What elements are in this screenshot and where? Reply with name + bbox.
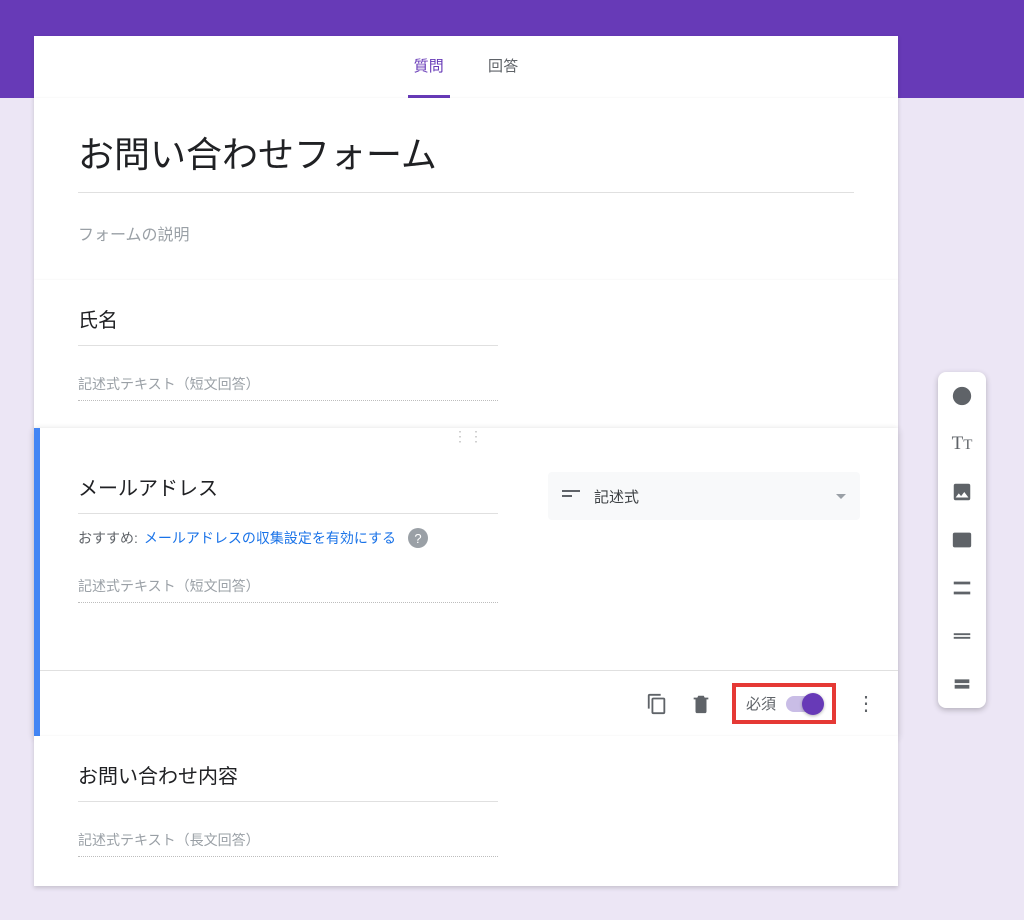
form-title-wrap: お問い合わせフォーム [78, 126, 854, 193]
form-tabs-card: 質問 回答 [34, 36, 898, 98]
short-answer-icon [562, 490, 580, 502]
question-title-wrap: メールアドレス [78, 472, 498, 514]
drag-handle-icon[interactable]: ⋮⋮ [40, 428, 898, 438]
question-card-email-selected: ⋮⋮ メールアドレス おすすめ: メールアドレスの収集設定を有効にする ? 記述… [34, 428, 898, 736]
form-title[interactable]: お問い合わせフォーム [78, 126, 854, 178]
answer-placeholder: 記述式テキスト（短文回答） [78, 374, 498, 401]
question-title-wrap: 氏名 [78, 304, 498, 346]
answer-placeholder: 記述式テキスト（長文回答） [78, 830, 498, 857]
answer-placeholder: 記述式テキスト（短文回答） [78, 576, 498, 603]
suggestion-row: おすすめ: メールアドレスの収集設定を有効にする ? [78, 528, 524, 548]
form-description[interactable]: フォームの説明 [78, 221, 854, 245]
question-title[interactable]: メールアドレス [78, 472, 498, 501]
more-options-button[interactable]: ⋮ [854, 691, 878, 716]
required-toggle-highlight: 必須 [732, 683, 836, 724]
tabs: 質問 回答 [34, 36, 898, 98]
text-icon: TT [952, 433, 973, 455]
help-icon[interactable]: ? [408, 528, 428, 548]
video-icon [951, 529, 973, 551]
add-image-button[interactable] [950, 480, 974, 504]
question-card-inquiry[interactable]: お問い合わせ内容 記述式テキスト（長文回答） [34, 736, 898, 886]
equals-button[interactable] [950, 672, 974, 696]
plus-circle-icon [951, 385, 973, 407]
tab-questions[interactable]: 質問 [392, 36, 466, 98]
equals-icon [951, 673, 973, 695]
chevron-down-icon [836, 494, 846, 499]
suggestion-link[interactable]: メールアドレスの収集設定を有効にする [144, 528, 396, 548]
required-toggle[interactable] [786, 696, 822, 712]
import-questions-button[interactable] [950, 624, 974, 648]
question-title[interactable]: お問い合わせ内容 [78, 760, 498, 789]
question-card-name[interactable]: 氏名 記述式テキスト（短文回答） [34, 280, 898, 428]
side-toolbar: TT [938, 372, 986, 708]
question-footer: 必須 ⋮ [40, 670, 898, 736]
image-icon [951, 481, 973, 503]
delete-button[interactable] [688, 691, 714, 717]
question-type-dropdown[interactable]: 記述式 [548, 472, 860, 520]
duplicate-button[interactable] [644, 691, 670, 717]
required-label: 必須 [746, 693, 776, 714]
add-section-button[interactable] [950, 576, 974, 600]
question-title-wrap: お問い合わせ内容 [78, 760, 498, 802]
question-type-label: 記述式 [594, 486, 822, 507]
add-video-button[interactable] [950, 528, 974, 552]
trash-icon [690, 693, 712, 715]
copy-icon [646, 693, 668, 715]
segment-icon [951, 625, 973, 647]
add-question-button[interactable] [950, 384, 974, 408]
question-title[interactable]: 氏名 [78, 304, 498, 333]
add-title-button[interactable]: TT [950, 432, 974, 456]
section-icon [951, 577, 973, 599]
tab-responses[interactable]: 回答 [466, 36, 540, 98]
form-title-card: お問い合わせフォーム フォームの説明 [34, 98, 898, 280]
suggestion-prefix: おすすめ: [78, 528, 138, 548]
